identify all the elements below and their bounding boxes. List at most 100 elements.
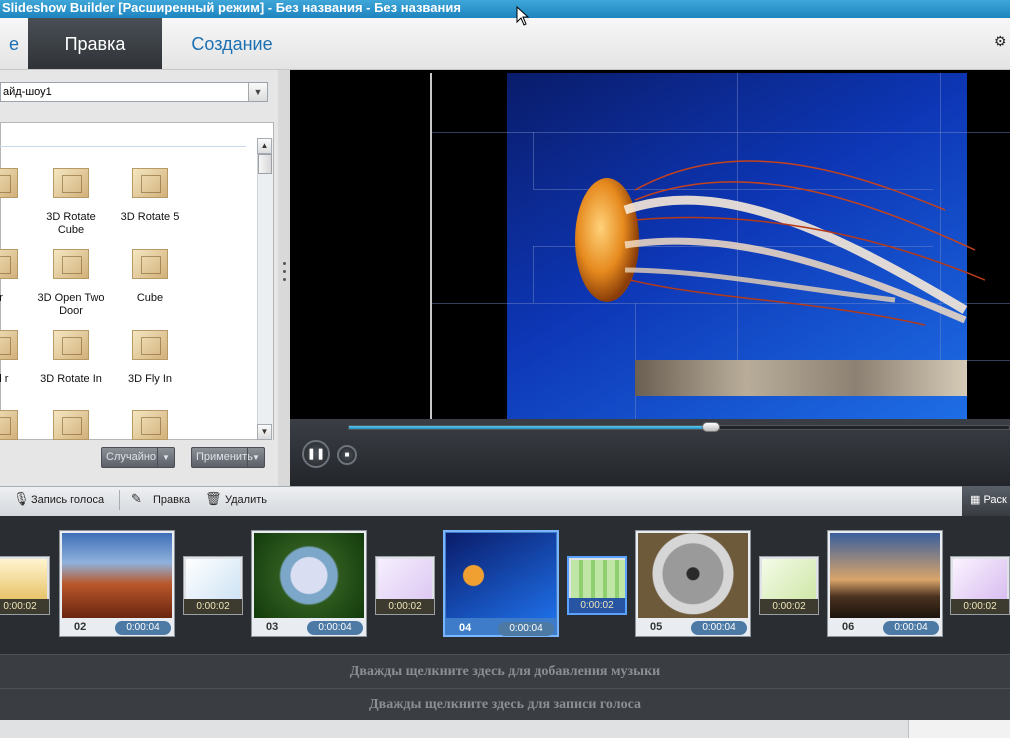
layout-button-label: Раск [983, 494, 1007, 506]
effect-tile[interactable] [0, 330, 18, 360]
transition-thumbnail [571, 560, 625, 600]
transition-item[interactable]: 0:00:02 [183, 556, 243, 615]
grid-divider [0, 146, 246, 147]
transition-item[interactable]: 0:00:02 [375, 556, 435, 615]
progress-thumb[interactable] [702, 422, 720, 432]
guide-line [430, 73, 432, 419]
scroll-up-icon[interactable]: ▲ [257, 138, 272, 154]
transition-item[interactable]: 0:00:02 [759, 556, 819, 615]
chevron-down-icon[interactable]: ▼ [248, 83, 267, 101]
effect-tile[interactable] [53, 168, 89, 198]
gear-icon[interactable]: ⚙ [994, 34, 1008, 48]
pencil-icon[interactable]: ✎ [131, 490, 142, 508]
slide-item[interactable]: 04 0:00:04 [443, 530, 559, 637]
transition-strip [635, 360, 967, 396]
transition-duration: 0:00:02 [184, 599, 242, 614]
tab-create[interactable]: Создание [162, 18, 302, 69]
transition-duration: 0:00:02 [376, 599, 434, 614]
progress-fill [349, 426, 712, 429]
jellyfish-image [575, 160, 985, 326]
transition-thumbnail [0, 559, 47, 599]
apply-button-label: Применить [196, 451, 253, 463]
pause-icon[interactable]: ❚❚ [302, 440, 330, 468]
slide-thumbnail [62, 533, 172, 618]
effect-label: 3D Rotate 5 [120, 211, 180, 223]
toolbar-divider [119, 490, 120, 510]
transition-item[interactable]: 0:00:02 [950, 556, 1010, 615]
slide-thumbnail [446, 533, 556, 618]
scroll-down-icon[interactable]: ▼ [257, 424, 272, 440]
guide-line [533, 132, 534, 189]
slide-duration: 0:00:04 [498, 622, 554, 636]
layout-button[interactable]: ▦ Раск [962, 486, 1010, 516]
slide-thumbnail [638, 533, 748, 618]
effect-tile[interactable] [0, 249, 18, 279]
slideshow-combo[interactable]: айд-шоу1 [0, 82, 268, 102]
grip-dot [283, 278, 286, 281]
slide-number: 06 [842, 621, 855, 633]
effect-label: Door [0, 292, 3, 304]
effect-tile[interactable] [53, 249, 89, 279]
tab-bar: е Правка Создание ⚙ [0, 18, 1010, 70]
effect-label: 3D Rotate Cube [46, 211, 96, 236]
music-track[interactable]: Дважды щелкните здесь для добавления муз… [0, 654, 1010, 688]
transition-duration: 0:00:02 [569, 598, 625, 613]
slide-item[interactable]: 02 0:00:04 [59, 530, 175, 637]
slide-item[interactable]: 03 0:00:04 [251, 530, 367, 637]
slide-duration: 0:00:04 [883, 621, 939, 635]
transition-thumbnail [953, 559, 1007, 599]
slide-thumbnail [254, 533, 364, 618]
transition-duration: 0:00:02 [951, 599, 1009, 614]
transition-thumbnail [378, 559, 432, 599]
effect-label: Cube [136, 292, 164, 304]
edit-button[interactable]: Правка [153, 493, 190, 507]
effect-tile[interactable] [53, 410, 89, 440]
effect-label: e And r [0, 373, 9, 385]
effect-label: tate [0, 211, 28, 224]
delete-button[interactable]: Удалить [225, 493, 267, 507]
effect-label: 3D Fly In [127, 373, 172, 385]
guide-line [533, 246, 534, 303]
tab-edit[interactable]: Правка [28, 18, 162, 69]
grip-dot [283, 262, 286, 265]
transition-item[interactable]: 0:00:02 [567, 556, 627, 615]
grip-dot [283, 270, 286, 273]
grid-icon: ▦ [970, 494, 984, 506]
mouse-cursor-icon [516, 6, 530, 26]
microphone-icon[interactable]: 🎙 [13, 490, 30, 508]
guide-line [432, 132, 1010, 133]
random-button[interactable]: Случайно ▼ [101, 447, 175, 468]
transition-item[interactable]: 0:00:02 [0, 556, 50, 615]
effect-tile[interactable] [0, 410, 18, 440]
scroll-thumb[interactable] [258, 154, 272, 174]
tab-partial[interactable]: е [0, 18, 28, 69]
effect-label: 3D Open Two Door [37, 292, 105, 317]
transition-duration: 0:00:02 [0, 599, 49, 614]
voice-track[interactable]: Дважды щелкните здесь для записи голоса [0, 688, 1010, 720]
slide-item[interactable]: 06 0:00:04 [827, 530, 943, 637]
effect-tile[interactable] [132, 168, 168, 198]
chevron-down-icon[interactable]: ▼ [157, 448, 174, 467]
slide-thumbnail [830, 533, 940, 618]
slide-number: 02 [74, 621, 87, 633]
slide-number: 03 [266, 621, 279, 633]
guide-line [967, 360, 1010, 361]
timeline-scroll-thumb[interactable] [908, 720, 1010, 738]
trash-icon[interactable]: 🗑 [205, 490, 222, 508]
chevron-down-icon[interactable]: ▼ [247, 448, 264, 467]
effect-tile[interactable] [0, 168, 18, 198]
slide-item[interactable]: 05 0:00:04 [635, 530, 751, 637]
effect-label: 3D Rotate In [40, 373, 102, 385]
effect-tile[interactable] [132, 330, 168, 360]
timeline-scrollbar[interactable] [0, 720, 1010, 738]
effect-tile[interactable] [132, 249, 168, 279]
random-button-label: Случайно [106, 451, 157, 463]
stop-icon[interactable]: ■ [337, 445, 357, 465]
effects-scrollbar[interactable] [257, 138, 273, 440]
apply-button[interactable]: Применить ▼ [191, 447, 265, 468]
effect-tile[interactable] [132, 410, 168, 440]
record-voice-button[interactable]: Запись голоса [31, 493, 104, 507]
transition-thumbnail [186, 559, 240, 599]
effect-tile[interactable] [53, 330, 89, 360]
slide-duration: 0:00:04 [691, 621, 747, 635]
